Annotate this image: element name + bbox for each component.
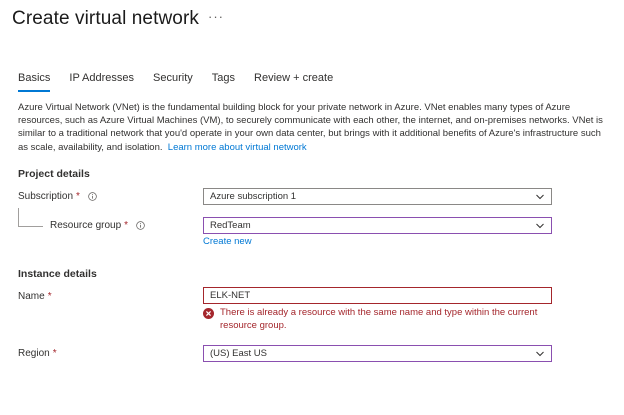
info-icon[interactable] — [136, 221, 145, 230]
tab-tags[interactable]: Tags — [212, 72, 235, 92]
region-label-text: Region — [18, 348, 50, 359]
name-value: ELK-NET — [210, 290, 251, 301]
instance-details-heading: Instance details — [18, 268, 97, 280]
tab-security[interactable]: Security — [153, 72, 193, 92]
more-icon[interactable]: ··· — [208, 9, 224, 24]
resource-group-value: RedTeam — [210, 220, 251, 231]
region-value: (US) East US — [210, 348, 268, 359]
name-error-text: There is already a resource with the sam… — [220, 307, 538, 331]
create-new-link[interactable]: Create new — [203, 236, 252, 247]
name-input[interactable]: ELK-NET — [203, 287, 552, 304]
tree-connector-horizontal — [18, 226, 43, 227]
tab-review-create[interactable]: Review + create — [254, 72, 333, 92]
resource-group-label-text: Resource group — [50, 220, 122, 231]
description: Azure Virtual Network (VNet) is the fund… — [18, 101, 608, 154]
learn-more-link[interactable]: Learn more about virtual network — [168, 142, 307, 153]
tab-ip-addresses[interactable]: IP Addresses — [69, 72, 134, 92]
required-marker: * — [124, 220, 129, 231]
subscription-label-text: Subscription — [18, 191, 74, 202]
subscription-label: Subscription * — [18, 191, 97, 202]
resource-group-select[interactable]: RedTeam — [203, 217, 552, 234]
chevron-down-icon — [536, 194, 544, 200]
required-marker: * — [52, 348, 57, 359]
required-marker: * — [47, 291, 52, 302]
tree-connector-vertical — [18, 208, 19, 226]
chevron-down-icon — [536, 351, 544, 357]
subscription-select[interactable]: Azure subscription 1 — [203, 188, 552, 205]
chevron-down-icon — [536, 223, 544, 229]
region-select[interactable]: (US) East US — [203, 345, 552, 362]
name-label: Name * — [18, 291, 52, 302]
error-icon — [203, 308, 214, 319]
page-title: Create virtual network — [12, 8, 199, 29]
description-text: Azure Virtual Network (VNet) is the fund… — [18, 102, 603, 153]
info-icon[interactable] — [88, 192, 97, 201]
required-marker: * — [76, 191, 80, 202]
region-label: Region * — [18, 348, 57, 359]
project-details-heading: Project details — [18, 168, 90, 180]
name-error-message: There is already a resource with the sam… — [203, 307, 563, 332]
tab-basics[interactable]: Basics — [18, 72, 51, 92]
resource-group-label: Resource group * — [50, 220, 145, 231]
subscription-value: Azure subscription 1 — [210, 191, 297, 202]
name-label-text: Name — [18, 291, 45, 302]
tab-bar: Basics IP Addresses Security Tags Review… — [18, 72, 352, 94]
